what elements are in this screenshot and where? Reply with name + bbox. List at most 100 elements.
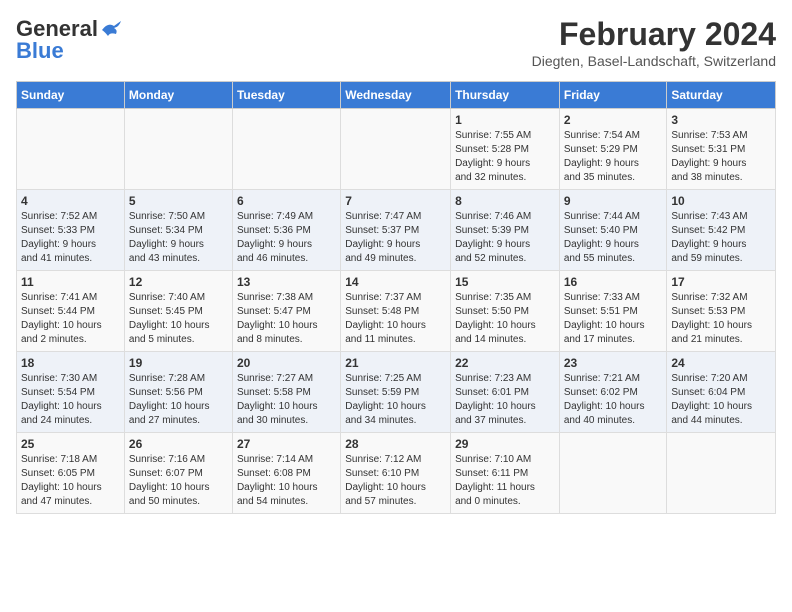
day-info: Sunrise: 7:30 AM Sunset: 5:54 PM Dayligh… (21, 372, 120, 428)
calendar-week-row: 11 Sunrise: 7:41 AM Sunset: 5:44 PM Dayli… (17, 271, 776, 352)
day-number: 19 (129, 356, 228, 370)
day-info: Sunrise: 7:37 AM Sunset: 5:48 PM Dayligh… (345, 291, 446, 347)
day-number: 14 (345, 275, 446, 289)
day-number: 23 (564, 356, 663, 370)
calendar-cell: 4Sunrise: 7:52 AM Sunset: 5:33 PM Daylig… (17, 190, 125, 271)
day-number: 6 (237, 194, 336, 208)
calendar-cell: 8 Sunrise: 7:46 AM Sunset: 5:39 PM Daylig… (451, 190, 560, 271)
calendar-cell: 28 Sunrise: 7:12 AM Sunset: 6:10 PM Dayli… (341, 433, 451, 514)
calendar-cell: 26Sunrise: 7:16 AM Sunset: 6:07 PM Dayli… (124, 433, 232, 514)
calendar-cell (667, 433, 776, 514)
day-info: Sunrise: 7:46 AM Sunset: 5:39 PM Dayligh… (455, 210, 555, 266)
calendar-cell: 2 Sunrise: 7:54 AM Sunset: 5:29 PM Daylig… (559, 109, 667, 190)
calendar-cell: 18 Sunrise: 7:30 AM Sunset: 5:54 PM Dayli… (17, 352, 125, 433)
weekday-header-thursday: Thursday (451, 82, 560, 109)
weekday-header-tuesday: Tuesday (232, 82, 340, 109)
location-title: Diegten, Basel-Landschaft, Switzerland (532, 53, 776, 69)
day-info: Sunrise: 7:50 AM Sunset: 5:34 PM Dayligh… (129, 210, 228, 266)
day-number: 5 (129, 194, 228, 208)
day-number: 17 (671, 275, 771, 289)
day-info: Sunrise: 7:14 AM Sunset: 6:08 PM Dayligh… (237, 453, 336, 509)
calendar-week-row: 18 Sunrise: 7:30 AM Sunset: 5:54 PM Dayli… (17, 352, 776, 433)
calendar-cell: 25 Sunrise: 7:18 AM Sunset: 6:05 PM Dayli… (17, 433, 125, 514)
calendar-cell: 3 Sunrise: 7:53 AM Sunset: 5:31 PM Daylig… (667, 109, 776, 190)
day-info: Sunrise: 7:18 AM Sunset: 6:05 PM Dayligh… (21, 453, 120, 509)
page-header: General Blue February 2024 Diegten, Base… (16, 16, 776, 69)
day-number: 15 (455, 275, 555, 289)
calendar-cell: 6Sunrise: 7:49 AM Sunset: 5:36 PM Daylig… (232, 190, 340, 271)
day-number: 12 (129, 275, 228, 289)
day-number: 25 (21, 437, 120, 451)
calendar-cell: 19 Sunrise: 7:28 AM Sunset: 5:56 PM Dayli… (124, 352, 232, 433)
day-number: 11 (21, 275, 120, 289)
day-info: Sunrise: 7:41 AM Sunset: 5:44 PM Dayligh… (21, 291, 120, 347)
calendar-cell: 5 Sunrise: 7:50 AM Sunset: 5:34 PM Daylig… (124, 190, 232, 271)
weekday-header-sunday: Sunday (17, 82, 125, 109)
day-info: Sunrise: 7:21 AM Sunset: 6:02 PM Dayligh… (564, 372, 663, 428)
day-number: 10 (671, 194, 771, 208)
day-info: Sunrise: 7:55 AM Sunset: 5:28 PM Dayligh… (455, 129, 555, 185)
calendar-cell: 15Sunrise: 7:35 AM Sunset: 5:50 PM Dayli… (451, 271, 560, 352)
day-info: Sunrise: 7:27 AM Sunset: 5:58 PM Dayligh… (237, 372, 336, 428)
day-number: 16 (564, 275, 663, 289)
day-number: 1 (455, 113, 555, 127)
day-info: Sunrise: 7:23 AM Sunset: 6:01 PM Dayligh… (455, 372, 555, 428)
day-info: Sunrise: 7:54 AM Sunset: 5:29 PM Dayligh… (564, 129, 663, 185)
day-number: 24 (671, 356, 771, 370)
calendar-week-row: 4Sunrise: 7:52 AM Sunset: 5:33 PM Daylig… (17, 190, 776, 271)
calendar-cell: 12Sunrise: 7:40 AM Sunset: 5:45 PM Dayli… (124, 271, 232, 352)
day-info: Sunrise: 7:47 AM Sunset: 5:37 PM Dayligh… (345, 210, 446, 266)
calendar-cell: 20 Sunrise: 7:27 AM Sunset: 5:58 PM Dayli… (232, 352, 340, 433)
weekday-header-row: SundayMondayTuesdayWednesdayThursdayFrid… (17, 82, 776, 109)
calendar-cell: 29Sunrise: 7:10 AM Sunset: 6:11 PM Dayli… (451, 433, 560, 514)
weekday-header-saturday: Saturday (667, 82, 776, 109)
day-info: Sunrise: 7:52 AM Sunset: 5:33 PM Dayligh… (21, 210, 120, 266)
day-number: 7 (345, 194, 446, 208)
calendar-cell: 22 Sunrise: 7:23 AM Sunset: 6:01 PM Dayli… (451, 352, 560, 433)
day-info: Sunrise: 7:25 AM Sunset: 5:59 PM Dayligh… (345, 372, 446, 428)
day-number: 9 (564, 194, 663, 208)
day-info: Sunrise: 7:38 AM Sunset: 5:47 PM Dayligh… (237, 291, 336, 347)
calendar-cell: 27Sunrise: 7:14 AM Sunset: 6:08 PM Dayli… (232, 433, 340, 514)
day-info: Sunrise: 7:16 AM Sunset: 6:07 PM Dayligh… (129, 453, 228, 509)
calendar-cell: 13 Sunrise: 7:38 AM Sunset: 5:47 PM Dayli… (232, 271, 340, 352)
day-info: Sunrise: 7:53 AM Sunset: 5:31 PM Dayligh… (671, 129, 771, 185)
day-number: 13 (237, 275, 336, 289)
day-info: Sunrise: 7:28 AM Sunset: 5:56 PM Dayligh… (129, 372, 228, 428)
calendar-cell: 14 Sunrise: 7:37 AM Sunset: 5:48 PM Dayli… (341, 271, 451, 352)
day-number: 3 (671, 113, 771, 127)
calendar-cell: 16 Sunrise: 7:33 AM Sunset: 5:51 PM Dayli… (559, 271, 667, 352)
calendar-cell: 1 Sunrise: 7:55 AM Sunset: 5:28 PM Daylig… (451, 109, 560, 190)
day-number: 21 (345, 356, 446, 370)
logo-text-blue: Blue (16, 38, 64, 64)
day-number: 18 (21, 356, 120, 370)
day-info: Sunrise: 7:20 AM Sunset: 6:04 PM Dayligh… (671, 372, 771, 428)
calendar-cell: 17 Sunrise: 7:32 AM Sunset: 5:53 PM Dayli… (667, 271, 776, 352)
calendar-cell: 10Sunrise: 7:43 AM Sunset: 5:42 PM Dayli… (667, 190, 776, 271)
day-number: 28 (345, 437, 446, 451)
day-number: 2 (564, 113, 663, 127)
day-info: Sunrise: 7:44 AM Sunset: 5:40 PM Dayligh… (564, 210, 663, 266)
calendar-cell: 11 Sunrise: 7:41 AM Sunset: 5:44 PM Dayli… (17, 271, 125, 352)
calendar-cell: 7 Sunrise: 7:47 AM Sunset: 5:37 PM Daylig… (341, 190, 451, 271)
weekday-header-wednesday: Wednesday (341, 82, 451, 109)
calendar-cell: 9 Sunrise: 7:44 AM Sunset: 5:40 PM Daylig… (559, 190, 667, 271)
day-number: 22 (455, 356, 555, 370)
month-title: February 2024 (532, 16, 776, 53)
calendar-cell: 21 Sunrise: 7:25 AM Sunset: 5:59 PM Dayli… (341, 352, 451, 433)
day-info: Sunrise: 7:32 AM Sunset: 5:53 PM Dayligh… (671, 291, 771, 347)
title-area: February 2024 Diegten, Basel-Landschaft,… (532, 16, 776, 69)
logo-bird-icon (100, 20, 122, 38)
day-info: Sunrise: 7:12 AM Sunset: 6:10 PM Dayligh… (345, 453, 446, 509)
calendar-week-row: 25 Sunrise: 7:18 AM Sunset: 6:05 PM Dayli… (17, 433, 776, 514)
calendar-cell (559, 433, 667, 514)
day-number: 29 (455, 437, 555, 451)
calendar-cell (341, 109, 451, 190)
day-number: 20 (237, 356, 336, 370)
day-info: Sunrise: 7:33 AM Sunset: 5:51 PM Dayligh… (564, 291, 663, 347)
calendar-week-row: 1 Sunrise: 7:55 AM Sunset: 5:28 PM Daylig… (17, 109, 776, 190)
logo: General Blue (16, 16, 122, 64)
calendar-cell: 24 Sunrise: 7:20 AM Sunset: 6:04 PM Dayli… (667, 352, 776, 433)
weekday-header-monday: Monday (124, 82, 232, 109)
day-number: 8 (455, 194, 555, 208)
